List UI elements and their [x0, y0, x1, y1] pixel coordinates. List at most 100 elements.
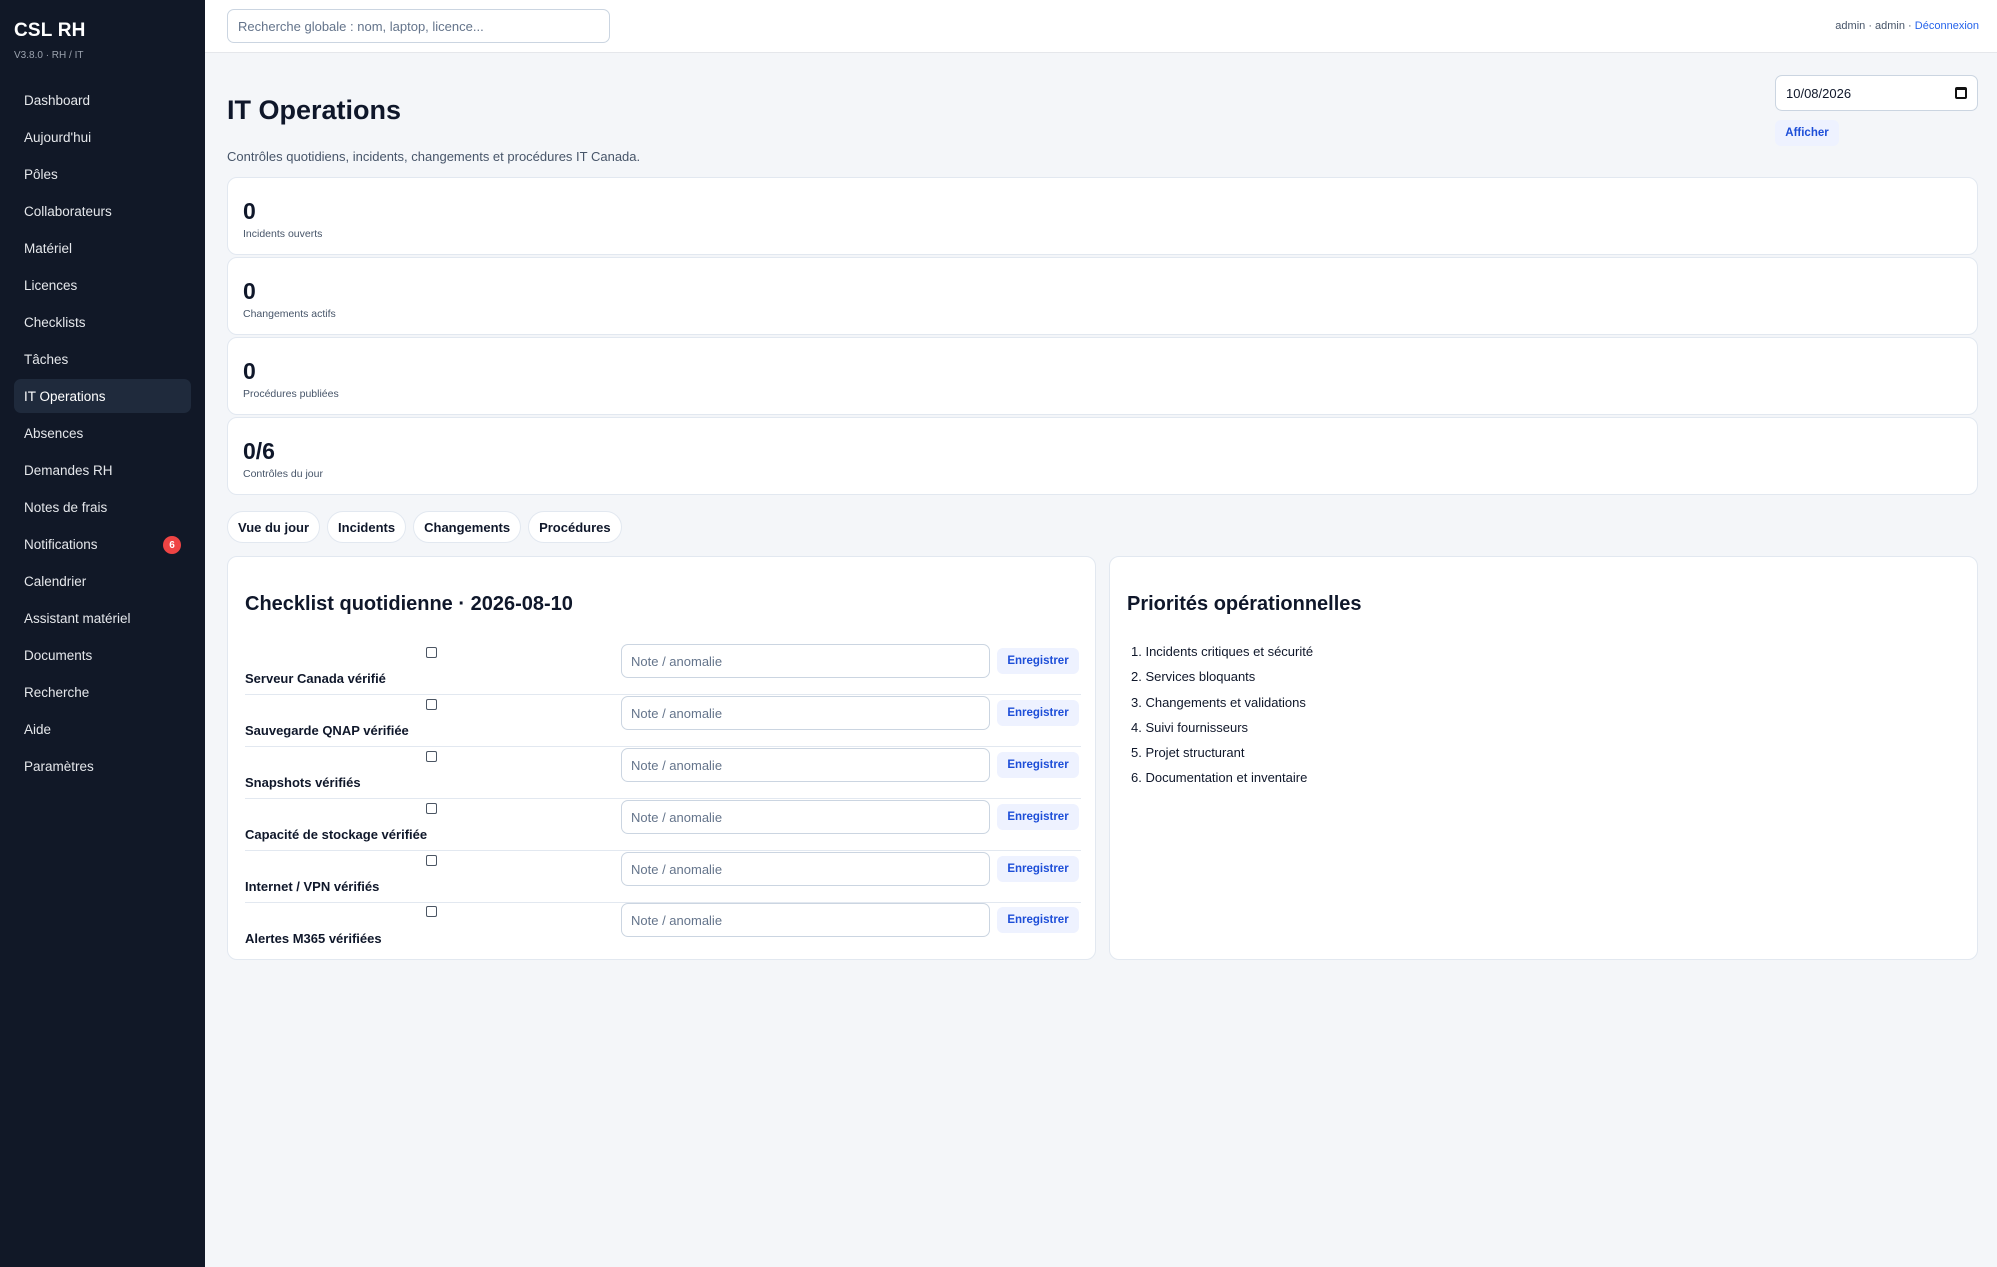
list-item: 2. Services bloquants [1131, 669, 1256, 685]
checklist-checkbox[interactable] [426, 906, 437, 917]
checklist-checkbox[interactable] [426, 647, 437, 658]
sidebar-item-today[interactable]: Aujourd'hui [14, 120, 191, 154]
notification-count-badge: 6 [163, 536, 181, 554]
sidebar-item-calendar[interactable]: Calendrier [14, 564, 191, 598]
stat-value: 0 [243, 198, 256, 224]
sidebar-item-label: Paramètres [24, 758, 94, 774]
stat-value: 0/6 [243, 438, 275, 464]
sidebar-item-label: Notifications [24, 536, 98, 552]
checklist-checkbox[interactable] [426, 803, 437, 814]
stat-label: Incidents ouverts [243, 228, 323, 240]
checklist-checkbox[interactable] [426, 855, 437, 866]
list-item: 5. Projet structurant [1131, 745, 1245, 761]
sidebar-item-collaborators[interactable]: Collaborateurs [14, 194, 191, 228]
tab-changes[interactable]: Changements [413, 511, 522, 543]
sidebar-nav: Dashboard Aujourd'hui Pôles Collaborateu… [14, 83, 191, 783]
checklist-item-label: Capacité de stockage vérifiée [245, 827, 428, 842]
user-area: admin · admin · Déconnexion [1835, 20, 1979, 32]
sidebar-item-documents[interactable]: Documents [14, 638, 191, 672]
stat-label: Contrôles du jour [243, 468, 323, 480]
user-info: admin · admin · [1835, 20, 1915, 32]
sidebar-item-notifications[interactable]: Notifications 6 [14, 527, 191, 561]
sidebar-item-label: Aide [24, 721, 52, 737]
sidebar-item-label: Documents [24, 647, 93, 663]
sidebar-item-label: Licences [24, 277, 78, 293]
save-button[interactable]: Enregistrer [997, 648, 1079, 674]
sidebar-item-label: Demandes RH [24, 462, 113, 478]
page-title: IT Operations [227, 95, 402, 125]
sidebar-item-label: Aujourd'hui [24, 129, 92, 145]
checklist-row: Snapshots vérifiés Enregistrer [245, 747, 1081, 799]
checklist-checkbox[interactable] [426, 699, 437, 710]
show-button[interactable]: Afficher [1775, 120, 1839, 146]
sidebar-item-poles[interactable]: Pôles [14, 157, 191, 191]
save-button[interactable]: Enregistrer [997, 907, 1079, 933]
note-input[interactable] [621, 748, 990, 782]
sidebar-item-hr-requests[interactable]: Demandes RH [14, 453, 191, 487]
topbar: admin · admin · Déconnexion [205, 0, 1997, 53]
sidebar-item-settings[interactable]: Paramètres [14, 749, 191, 783]
brand: CSL RH V3.8.0 · RH / IT [14, 0, 191, 61]
stat-label: Changements actifs [243, 308, 336, 320]
sidebar-item-hardware[interactable]: Matériel [14, 231, 191, 265]
page-subtitle: Contrôles quotidiens, incidents, changem… [227, 149, 641, 164]
save-button[interactable]: Enregistrer [997, 856, 1079, 882]
calendar-icon[interactable] [1955, 87, 1967, 99]
note-input[interactable] [621, 644, 990, 678]
sidebar-item-label: Calendrier [24, 573, 87, 589]
sidebar-item-label: Pôles [24, 166, 58, 182]
note-input[interactable] [621, 696, 990, 730]
checklist-row: Serveur Canada vérifié Enregistrer [245, 643, 1081, 695]
save-button[interactable]: Enregistrer [997, 752, 1079, 778]
sidebar-item-licenses[interactable]: Licences [14, 268, 191, 302]
checklist-item-label: Internet / VPN vérifiés [245, 879, 380, 894]
sidebar-item-checklists[interactable]: Checklists [14, 305, 191, 339]
sidebar-item-label: Tâches [24, 351, 69, 367]
global-search-input[interactable] [227, 9, 610, 43]
sidebar: CSL RH V3.8.0 · RH / IT Dashboard Aujour… [0, 0, 205, 1267]
checklist-item-label: Sauvegarde QNAP vérifiée [245, 723, 409, 738]
checklist-row: Internet / VPN vérifiés Enregistrer [245, 851, 1081, 903]
sidebar-item-it-operations[interactable]: IT Operations [14, 379, 191, 413]
note-input[interactable] [621, 800, 990, 834]
sidebar-item-help[interactable]: Aide [14, 712, 191, 746]
checklist-row: Sauvegarde QNAP vérifiée Enregistrer [245, 695, 1081, 747]
tab-today-view[interactable]: Vue du jour [227, 511, 321, 543]
note-input[interactable] [621, 852, 990, 886]
stat-value: 0 [243, 358, 256, 384]
sidebar-item-tasks[interactable]: Tâches [14, 342, 191, 376]
sidebar-item-dashboard[interactable]: Dashboard [14, 83, 191, 117]
sidebar-item-label: Checklists [24, 314, 86, 330]
sidebar-item-expenses[interactable]: Notes de frais [14, 490, 191, 524]
sidebar-item-absences[interactable]: Absences [14, 416, 191, 450]
sidebar-item-search[interactable]: Recherche [14, 675, 191, 709]
list-item: 3. Changements et validations [1131, 694, 1306, 710]
stat-value: 0 [243, 278, 256, 304]
save-button[interactable]: Enregistrer [997, 804, 1079, 830]
checklist-checkbox[interactable] [426, 751, 437, 762]
sidebar-item-label: Assistant matériel [24, 610, 131, 626]
sidebar-item-hardware-assistant[interactable]: Assistant matériel [14, 601, 191, 635]
save-button[interactable]: Enregistrer [997, 700, 1079, 726]
sidebar-item-label: Dashboard [24, 92, 91, 108]
tab-incidents[interactable]: Incidents [327, 511, 407, 543]
date-picker-input[interactable]: 10/08/2026 [1775, 75, 1978, 111]
tab-bar: Vue du jour Incidents Changements Procéd… [227, 511, 622, 543]
date-value: 10/08/2026 [1786, 85, 1852, 101]
sidebar-item-label: Absences [24, 425, 84, 441]
note-input[interactable] [621, 903, 990, 937]
tab-procedures[interactable]: Procédures [528, 511, 622, 543]
app-logo-text[interactable]: CSL RH [14, 20, 191, 42]
priorities-panel: Priorités opérationnelles 1. Incidents c… [1109, 556, 1978, 960]
sidebar-item-label: Recherche [24, 684, 90, 700]
checklist-row: Alertes M365 vérifiées Enregistrer [245, 902, 1081, 954]
app-version: V3.8.0 · RH / IT [14, 50, 84, 61]
priorities-title: Priorités opérationnelles [1127, 593, 1362, 615]
checklist-row: Capacité de stockage vérifiée Enregistre… [245, 799, 1081, 851]
list-item: 1. Incidents critiques et sécurité [1131, 644, 1314, 659]
stat-card-active-changes: 0 Changements actifs [227, 257, 1978, 335]
checklist-title: Checklist quotidienne · 2026-08-10 [245, 593, 573, 615]
logout-link[interactable]: Déconnexion [1915, 20, 1979, 32]
daily-checklist-panel: Checklist quotidienne · 2026-08-10 Serve… [227, 556, 1096, 960]
stat-card-daily-checks: 0/6 Contrôles du jour [227, 417, 1978, 495]
